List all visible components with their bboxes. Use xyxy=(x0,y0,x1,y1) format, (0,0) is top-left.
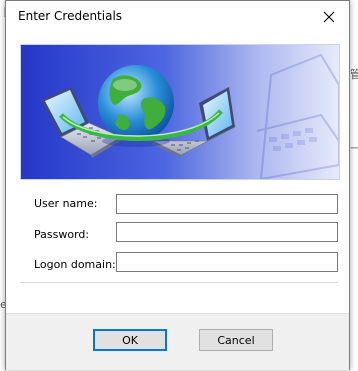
password-label: Password: xyxy=(34,228,90,241)
title-bar[interactable]: Enter Credentials xyxy=(6,1,349,32)
network-globe-icon xyxy=(21,45,339,179)
button-bar: OK Cancel xyxy=(6,313,349,370)
username-label: User name: xyxy=(34,197,98,210)
background-fragment: 管 xyxy=(350,68,358,81)
ok-button[interactable]: OK xyxy=(93,329,167,351)
cancel-button[interactable]: Cancel xyxy=(199,329,273,351)
separator xyxy=(20,282,338,283)
background-fragment: ㅡ xyxy=(350,142,358,155)
password-input[interactable] xyxy=(116,222,338,242)
close-button[interactable] xyxy=(309,1,349,32)
logon-domain-input[interactable] xyxy=(116,252,338,272)
dialog-title: Enter Credentials xyxy=(18,9,123,23)
banner-image xyxy=(20,44,340,180)
credentials-dialog: Enter Credentials User name: Password: L… xyxy=(5,0,350,370)
logon-domain-label: Logon domain: xyxy=(34,258,116,271)
close-icon xyxy=(323,11,335,22)
username-input[interactable] xyxy=(116,194,338,214)
